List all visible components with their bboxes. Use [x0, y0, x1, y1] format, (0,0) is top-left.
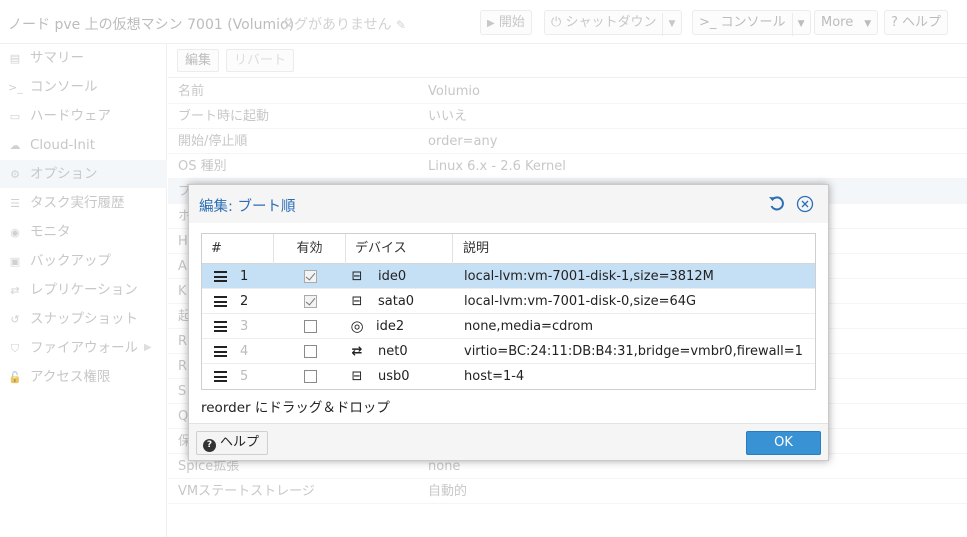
drag-drop-hint: reorder にドラッグ＆ドロップ: [201, 400, 390, 416]
boot-row[interactable]: 2 ⊟ sata0 local-lvm:vm-7001-disk-0,size=…: [202, 289, 815, 314]
device-desc: local-lvm:vm-7001-disk-0,size=64G: [464, 294, 697, 309]
drag-handle-icon[interactable]: [214, 296, 227, 307]
enabled-checkbox[interactable]: [304, 345, 317, 358]
question-icon: ?: [203, 439, 216, 452]
boot-order-dialog: 編集: ブート順 # 有効 デバイス 説明 1 ⊟ ide0 local-lvm…: [188, 184, 829, 461]
device-name: net0: [378, 344, 408, 359]
hdd-icon: ⊟: [351, 294, 363, 309]
device-name: ide2: [376, 319, 405, 334]
column-header-enabled[interactable]: 有効: [274, 234, 346, 264]
ok-button[interactable]: OK: [746, 431, 821, 455]
device-desc: local-lvm:vm-7001-disk-1,size=3812M: [464, 269, 714, 284]
device-desc: host=1-4: [464, 369, 525, 384]
device-name: ide0: [378, 269, 407, 284]
device-name: sata0: [378, 294, 415, 309]
hdd-icon: ⊟: [351, 269, 363, 284]
enabled-checkbox[interactable]: [304, 295, 317, 308]
boot-row[interactable]: 3 ◎ ide2 none,media=cdrom: [202, 314, 815, 339]
help-button[interactable]: ? ヘルプ: [196, 431, 269, 455]
dialog-footer: ? ヘルプ OK: [189, 423, 828, 460]
column-header-device[interactable]: デバイス: [346, 234, 453, 264]
column-header-desc[interactable]: 説明: [453, 234, 815, 264]
dialog-title: 編集: ブート順: [199, 199, 296, 215]
grid-header: # 有効 デバイス 説明: [202, 234, 815, 264]
device-desc: virtio=BC:24:11:DB:B4:31,bridge=vmbr0,fi…: [464, 344, 803, 359]
boot-row[interactable]: 5 ⊟ usb0 host=1-4: [202, 364, 815, 389]
exchange-icon: ⇄: [351, 344, 363, 359]
boot-order-grid: # 有効 デバイス 説明 1 ⊟ ide0 local-lvm:vm-7001-…: [201, 233, 816, 390]
drag-handle-icon[interactable]: [214, 371, 227, 382]
device-desc: none,media=cdrom: [464, 319, 594, 334]
close-icon[interactable]: [795, 194, 815, 214]
reset-icon[interactable]: [767, 194, 787, 214]
device-name: usb0: [378, 369, 410, 384]
dialog-header: 編集: ブート順: [189, 185, 828, 223]
boot-row[interactable]: 4 ⇄ net0 virtio=BC:24:11:DB:B4:31,bridge…: [202, 339, 815, 364]
cdrom-icon: ◎: [350, 317, 364, 335]
enabled-checkbox[interactable]: [304, 370, 317, 383]
drag-handle-icon[interactable]: [214, 321, 227, 332]
hdd-icon: ⊟: [351, 369, 363, 384]
enabled-checkbox[interactable]: [304, 320, 317, 333]
drag-handle-icon[interactable]: [214, 346, 227, 357]
column-header-num[interactable]: #: [202, 234, 274, 264]
drag-handle-icon[interactable]: [214, 271, 227, 282]
enabled-checkbox[interactable]: [304, 270, 317, 283]
boot-row[interactable]: 1 ⊟ ide0 local-lvm:vm-7001-disk-1,size=3…: [202, 264, 815, 289]
